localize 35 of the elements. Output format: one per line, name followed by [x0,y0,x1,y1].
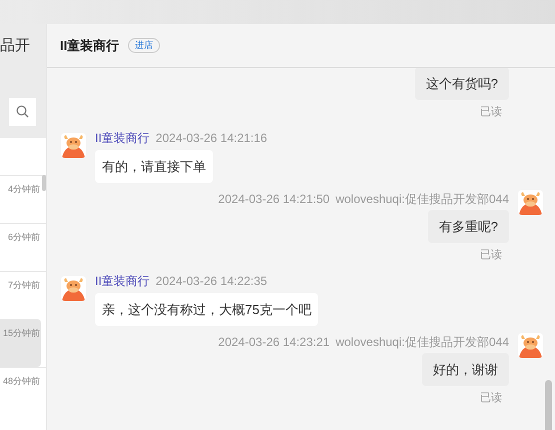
conversation-time: 15分钟前 [2,327,40,340]
read-status: 已读 [480,391,502,405]
search-icon [16,105,29,118]
message-bubble: 有多重呢? [428,210,509,243]
read-status: 已读 [480,105,502,119]
conversation-item[interactable]: 48分钟前 [0,367,46,415]
message-time: 2024-03-26 14:21:16 [156,130,268,146]
conversation-item[interactable]: 6分钟前 [0,223,46,271]
message-time: 2024-03-26 14:22:35 [156,273,268,289]
avatar-icon [61,133,86,158]
conversation-time: 48分钟前 [2,375,40,388]
sender-name: II童装商行 [95,130,150,146]
scrollbar-thumb[interactable] [545,380,552,430]
conversation-time: 4分钟前 [8,183,40,196]
conversation-time: 6分钟前 [8,231,40,244]
sender-name: woloveshuqi:促佳搜品开发部044 [336,334,509,350]
message-bubble: 这个有货吗? [414,68,509,100]
chat-title: II童装商行 [60,36,120,55]
panel-title: 品开 [0,36,31,56]
message-bubble: 亲，这个没有称过，大概75克一个吧 [95,293,318,326]
avatar-icon [61,276,86,301]
store-badge[interactable]: 进店 [128,38,160,53]
conversation-time: 7分钟前 [8,279,40,292]
message-bubble: 有的，请直接下单 [95,150,213,183]
conversation-item[interactable]: 15分钟前 [0,319,41,367]
sender-name: woloveshuqi:促佳搜品开发部044 [336,191,509,207]
avatar-icon [518,190,543,215]
read-status: 已读 [480,248,502,262]
message-time: 2024-03-26 14:21:50 [218,191,330,207]
message-time: 2024-03-26 14:23:21 [218,334,330,350]
search-button[interactable] [9,98,36,126]
scrollbar-thumb[interactable] [42,175,46,191]
message-bubble: 好的，谢谢 [422,353,509,386]
avatar-icon [518,333,543,358]
sender-name: II童装商行 [95,273,150,289]
